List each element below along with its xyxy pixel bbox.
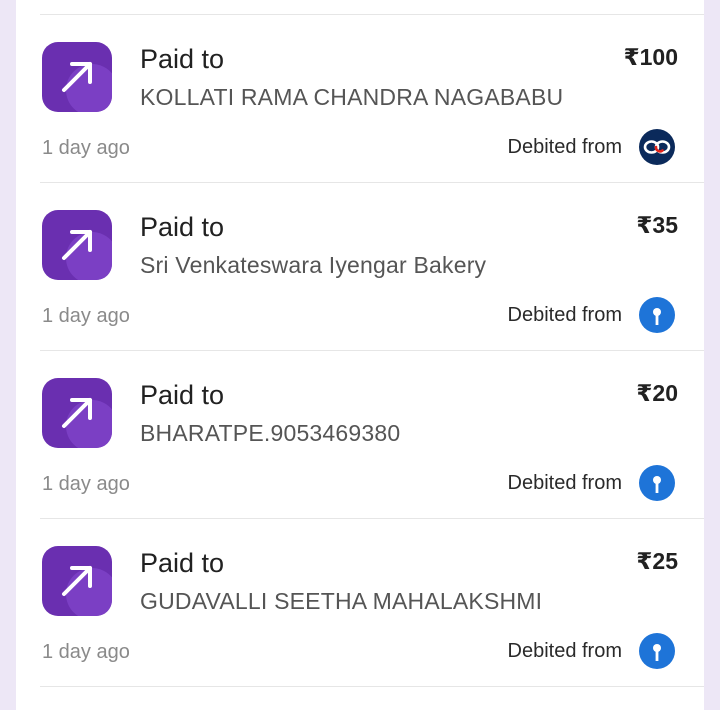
sbi-bank-icon <box>639 465 675 501</box>
payee-name: KOLLATI RAMA CHANDRA NAGABABU <box>140 84 564 110</box>
debited-from-label: Debited from <box>507 304 623 326</box>
sbi-bank-icon <box>639 297 675 333</box>
payee-name: BHARATPE.9053469380 <box>140 420 401 446</box>
transaction-item[interactable]: Paid to GUDAVALLI SEETHA MAHALAKSHMI ₹25… <box>40 519 704 687</box>
timestamp: 1 day ago <box>42 305 130 327</box>
paid-arrow-icon <box>42 378 112 448</box>
sbi-bank-icon <box>639 633 675 669</box>
debited-from-label: Debited from <box>507 136 623 158</box>
paid-arrow-icon <box>42 546 112 616</box>
timestamp: 1 day ago <box>42 641 130 663</box>
transaction-item[interactable]: Paid to KOLLATI RAMA CHANDRA NAGABABU ₹1… <box>40 15 704 183</box>
debited-from-label: Debited from <box>507 472 623 494</box>
timestamp: 1 day ago <box>42 137 130 159</box>
transaction-item[interactable]: Paid to BHARATPE.9053469380 ₹20 1 day ag… <box>40 351 704 519</box>
divider <box>40 686 704 687</box>
paid-to-label: Paid to <box>140 548 225 578</box>
payee-name: GUDAVALLI SEETHA MAHALAKSHMI <box>140 588 543 614</box>
payee-name: Sri Venkateswara Iyengar Bakery <box>140 252 487 278</box>
kotak-bank-icon <box>639 129 675 165</box>
paid-to-label: Paid to <box>140 44 225 74</box>
amount: ₹100 <box>623 44 678 70</box>
debited-from-label: Debited from <box>507 640 623 662</box>
transaction-item[interactable]: Paid to Sri Venkateswara Iyengar Bakery … <box>40 183 704 351</box>
amount: ₹35 <box>636 212 678 238</box>
amount: ₹20 <box>636 380 678 406</box>
paid-arrow-icon <box>42 210 112 280</box>
paid-arrow-icon <box>42 42 112 112</box>
amount: ₹25 <box>636 548 678 574</box>
paid-to-label: Paid to <box>140 212 225 242</box>
paid-to-label: Paid to <box>140 380 225 410</box>
timestamp: 1 day ago <box>42 473 130 495</box>
